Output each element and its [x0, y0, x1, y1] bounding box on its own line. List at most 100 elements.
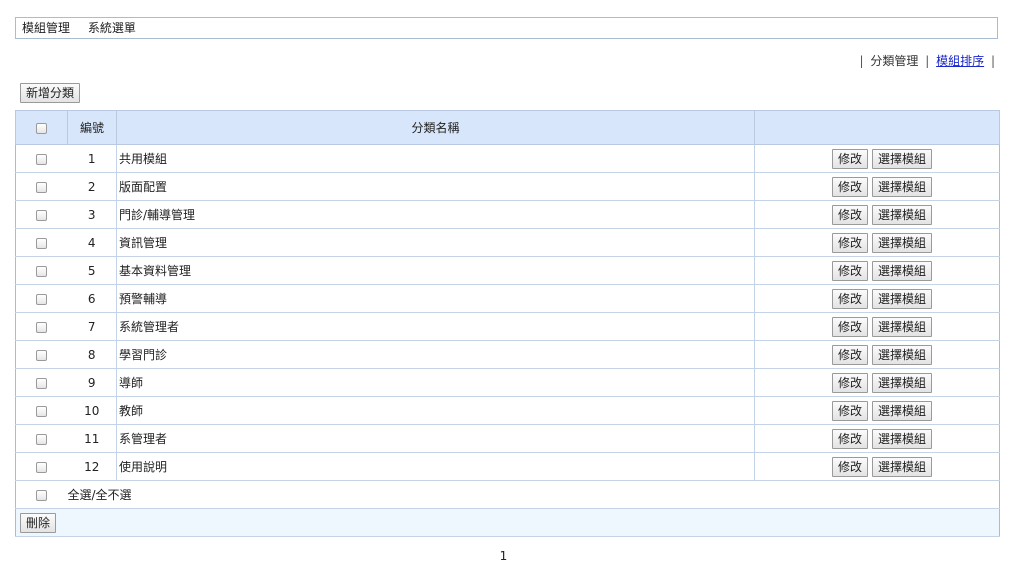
- link-separator: |: [925, 54, 930, 68]
- row-number: 5: [67, 256, 117, 285]
- row-category-name: 預警輔導: [116, 284, 755, 313]
- row-checkbox-cell: [15, 256, 68, 285]
- row-checkbox[interactable]: [36, 209, 48, 221]
- select-module-button[interactable]: 選擇模組: [871, 428, 932, 449]
- table-row: 12 使用說明 修改 選擇模組: [15, 452, 1000, 481]
- select-all-label[interactable]: 全選/全不選: [67, 480, 1000, 509]
- table-row: 6 預警輔導 修改 選擇模組: [15, 284, 1000, 313]
- row-checkbox-cell: [15, 396, 68, 425]
- row-number: 2: [67, 172, 117, 201]
- edit-button[interactable]: 修改: [831, 316, 868, 337]
- breadcrumb-system-menu: 系統選單: [87, 21, 136, 35]
- row-category-name: 基本資料管理: [116, 256, 755, 285]
- row-category-name: 教師: [116, 396, 755, 425]
- select-module-button[interactable]: 選擇模組: [871, 400, 932, 421]
- column-header-actions: [754, 110, 1000, 145]
- row-category-name: 共用模組: [116, 144, 755, 173]
- table-row: 11 系管理者 修改 選擇模組: [15, 424, 1000, 453]
- row-checkbox[interactable]: [36, 377, 48, 389]
- row-checkbox-cell: [15, 144, 68, 173]
- add-category-button[interactable]: 新增分類: [20, 83, 81, 103]
- table-row: 1 共用模組 修改 選擇模組: [15, 144, 1000, 173]
- edit-button[interactable]: 修改: [831, 344, 868, 365]
- table-footer-cell: 刪除: [15, 508, 1000, 537]
- row-category-name: 系統管理者: [116, 312, 755, 341]
- row-number: 12: [67, 452, 117, 481]
- row-checkbox-cell: [15, 284, 68, 313]
- edit-button[interactable]: 修改: [831, 148, 868, 169]
- row-actions: 修改 選擇模組: [754, 340, 1000, 369]
- row-checkbox-cell: [15, 368, 68, 397]
- row-checkbox-cell: [15, 312, 68, 341]
- table-row: 5 基本資料管理 修改 選擇模組: [15, 256, 1000, 285]
- select-module-button[interactable]: 選擇模組: [871, 288, 932, 309]
- row-checkbox[interactable]: [36, 349, 48, 361]
- header-select-checkbox[interactable]: [36, 122, 47, 134]
- select-module-button[interactable]: 選擇模組: [871, 232, 932, 253]
- row-actions: 修改 選擇模組: [754, 396, 1000, 425]
- select-module-button[interactable]: 選擇模組: [871, 316, 932, 337]
- row-checkbox[interactable]: [36, 293, 48, 305]
- row-checkbox-cell: [15, 172, 68, 201]
- row-number: 11: [67, 424, 117, 453]
- row-checkbox[interactable]: [36, 461, 48, 473]
- row-category-name: 使用說明: [116, 452, 755, 481]
- breadcrumb: 模組管理 系統選單: [15, 17, 998, 39]
- select-module-button[interactable]: 選擇模組: [871, 204, 932, 225]
- select-module-button[interactable]: 選擇模組: [871, 176, 932, 197]
- table-row: 4 資訊管理 修改 選擇模組: [15, 228, 1000, 257]
- edit-button[interactable]: 修改: [831, 204, 868, 225]
- table-row: 2 版面配置 修改 選擇模組: [15, 172, 1000, 201]
- table-row: 7 系統管理者 修改 選擇模組: [15, 312, 1000, 341]
- module-sort-link[interactable]: 模組排序: [936, 54, 984, 68]
- table-row: 9 導師 修改 選擇模組: [15, 368, 1000, 397]
- row-actions: 修改 選擇模組: [754, 424, 1000, 453]
- row-number: 7: [67, 312, 117, 341]
- row-checkbox[interactable]: [36, 321, 48, 333]
- select-all-checkbox[interactable]: [36, 489, 48, 501]
- link-separator: |: [859, 54, 864, 68]
- breadcrumb-module-manage: 模組管理: [22, 21, 71, 35]
- category-manage-label: 分類管理: [870, 54, 919, 68]
- row-checkbox[interactable]: [36, 181, 48, 193]
- select-module-button[interactable]: 選擇模組: [871, 260, 932, 281]
- table-row: 3 門診/輔導管理 修改 選擇模組: [15, 200, 1000, 229]
- page-number-current[interactable]: 1: [500, 549, 508, 563]
- column-header-name: 分類名稱: [116, 110, 755, 145]
- row-actions: 修改 選擇模組: [754, 144, 1000, 173]
- select-module-button[interactable]: 選擇模組: [871, 344, 932, 365]
- select-module-button[interactable]: 選擇模組: [871, 148, 932, 169]
- row-checkbox-cell: [15, 200, 68, 229]
- row-number: 10: [67, 396, 117, 425]
- edit-button[interactable]: 修改: [831, 176, 868, 197]
- row-actions: 修改 選擇模組: [754, 228, 1000, 257]
- header-checkbox-cell: [15, 110, 68, 145]
- edit-button[interactable]: 修改: [831, 288, 868, 309]
- select-all-checkbox-cell: [15, 480, 68, 509]
- row-checkbox[interactable]: [36, 433, 48, 445]
- row-actions: 修改 選擇模組: [754, 172, 1000, 201]
- select-module-button[interactable]: 選擇模組: [871, 372, 932, 393]
- row-number: 4: [67, 228, 117, 257]
- edit-button[interactable]: 修改: [831, 372, 868, 393]
- row-actions: 修改 選擇模組: [754, 452, 1000, 481]
- row-actions: 修改 選擇模組: [754, 256, 1000, 285]
- edit-button[interactable]: 修改: [831, 456, 868, 477]
- row-checkbox[interactable]: [36, 153, 48, 165]
- edit-button[interactable]: 修改: [831, 428, 868, 449]
- row-checkbox[interactable]: [36, 237, 48, 249]
- edit-button[interactable]: 修改: [831, 400, 868, 421]
- row-checkbox[interactable]: [36, 405, 48, 417]
- row-actions: 修改 選擇模組: [754, 368, 1000, 397]
- select-module-button[interactable]: 選擇模組: [871, 456, 932, 477]
- delete-button[interactable]: 刪除: [20, 512, 57, 533]
- link-separator: |: [990, 54, 995, 68]
- edit-button[interactable]: 修改: [831, 260, 868, 281]
- row-category-name: 門診/輔導管理: [116, 200, 755, 229]
- row-actions: 修改 選擇模組: [754, 284, 1000, 313]
- edit-button[interactable]: 修改: [831, 232, 868, 253]
- row-checkbox[interactable]: [36, 265, 48, 277]
- table-row: 8 學習門診 修改 選擇模組: [15, 340, 1000, 369]
- row-number: 9: [67, 368, 117, 397]
- row-checkbox-cell: [15, 424, 68, 453]
